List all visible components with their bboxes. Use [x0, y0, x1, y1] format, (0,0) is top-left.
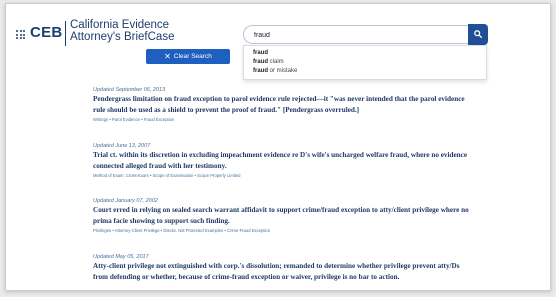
clear-search-button[interactable]: ✕ Clear Search [146, 49, 230, 64]
product-title-line2: Attorney's BriefCase [70, 31, 175, 43]
ceb-logo[interactable]: CEB [30, 24, 63, 41]
result-updated-date: Updated June 13, 2007 [93, 143, 151, 149]
result-title-link[interactable]: Court erred in relying on sealed search … [93, 205, 476, 226]
autocomplete-dropdown: fraud fraud claim fraud or mistake [243, 45, 487, 80]
logo-divider [65, 21, 66, 46]
result-title-link[interactable]: Trial ct. within its discretion in exclu… [93, 150, 476, 171]
suggestion-item[interactable]: fraud claim [253, 59, 284, 65]
result-updated-date: Updated January 07, 2002 [93, 198, 158, 204]
product-title-line1: California Evidence [70, 19, 170, 31]
search-icon [474, 30, 482, 38]
suggestion-item[interactable]: fraud or mistake [253, 68, 297, 74]
close-icon: ✕ [164, 51, 171, 61]
result-title-link[interactable]: Atty-client privilege not extinguished w… [93, 261, 476, 282]
app-window: CEB California Evidence Attorney's Brief… [5, 3, 551, 291]
result-tags[interactable]: Writings • Parol Evidence • Fraud Except… [93, 117, 174, 122]
result-tags[interactable]: Privileges • Attorney-Client Privilege •… [93, 228, 270, 233]
product-title[interactable]: California Evidence Attorney's BriefCase [70, 19, 174, 43]
search-input[interactable] [254, 29, 454, 41]
search-button[interactable] [468, 24, 488, 45]
apps-grid-icon[interactable] [16, 30, 25, 39]
result-updated-date: Updated May 05, 2017 [93, 254, 149, 260]
search-box [243, 25, 469, 44]
result-title-link[interactable]: Pendergrass limitation on fraud exceptio… [93, 94, 476, 115]
clear-search-label: Clear Search [173, 53, 212, 60]
suggestion-item[interactable]: fraud [253, 50, 268, 56]
result-tags[interactable]: Method of Exam: Cross-Exam • Scope of Ex… [93, 173, 240, 178]
result-updated-date: Updated September 06, 2013 [93, 87, 166, 93]
